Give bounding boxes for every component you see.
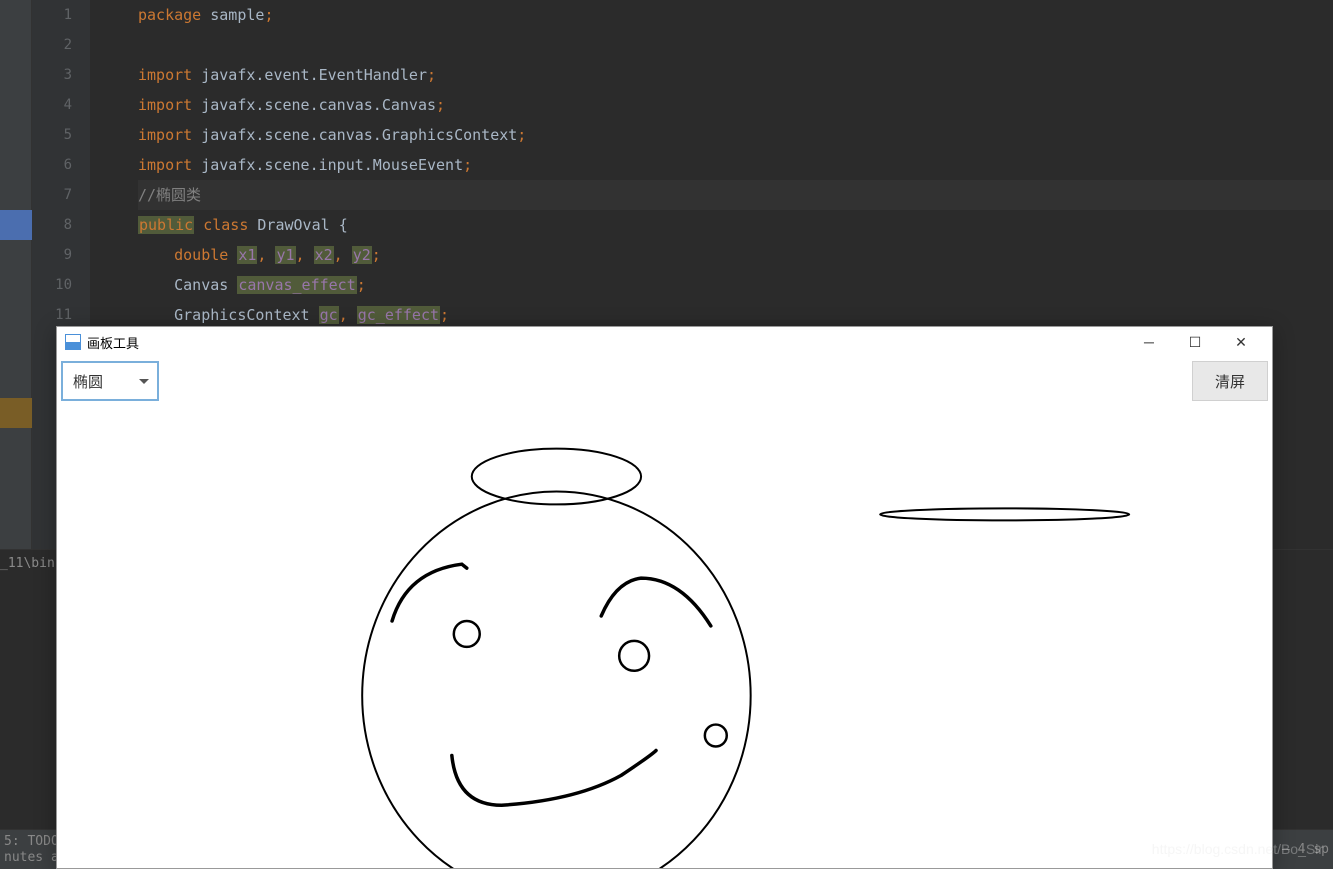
structure-mark-warn [0,398,32,428]
code-line: public class DrawOval { [138,210,1333,240]
line-number: 2 [32,30,72,60]
maximize-button[interactable]: ☐ [1172,327,1218,357]
line-number: 5 [32,120,72,150]
drawing-canvas[interactable] [57,357,1272,868]
code-line: Canvas canvas_effect; [138,270,1333,300]
line-number: 7 [32,180,72,210]
drawing-tool-window: 画板工具 ─ ☐ ✕ 椭圆 清屏 [56,326,1273,869]
window-icon [65,334,81,350]
line-number: 10 [32,270,72,300]
structure-mark [0,210,32,240]
line-number: 6 [32,150,72,180]
code-line: import javafx.event.EventHandler; [138,60,1333,90]
line-number: 4 [32,90,72,120]
code-line: double x1, y1, x2, y2; [138,240,1333,270]
watermark-text: https://blog.csdn.net/Bo_Sir [1152,841,1323,857]
drawing-canvas-area[interactable]: 椭圆 清屏 [57,357,1272,868]
window-titlebar[interactable]: 画板工具 ─ ☐ ✕ [57,327,1272,357]
code-line: import javafx.scene.input.MouseEvent; [138,150,1333,180]
window-title: 画板工具 [87,333,1126,352]
status-todo[interactable]: 5: TODO [4,834,59,850]
code-line-current: //椭圆类 [138,180,1333,210]
code-line: import javafx.scene.canvas.Canvas; [138,90,1333,120]
line-number: 8 [32,210,72,240]
minimize-button[interactable]: ─ [1126,327,1172,357]
line-number: 1 [32,0,72,30]
status-text: nutes a [4,850,59,866]
line-number: 3 [32,60,72,90]
code-line: package sample; [138,0,1333,30]
close-button[interactable]: ✕ [1218,327,1264,357]
code-line [138,30,1333,60]
code-line: import javafx.scene.canvas.GraphicsConte… [138,120,1333,150]
line-number: 9 [32,240,72,270]
